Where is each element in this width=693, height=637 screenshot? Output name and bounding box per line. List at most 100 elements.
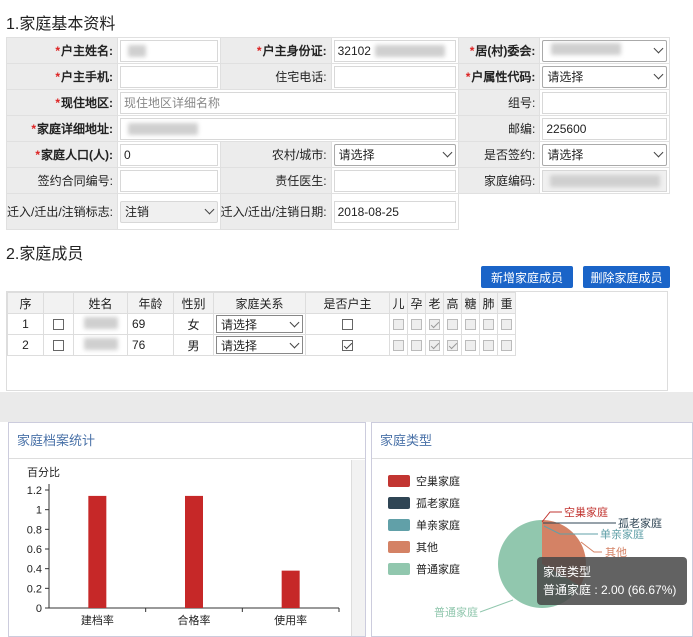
bar	[88, 495, 107, 608]
group-label: 组号:	[458, 89, 541, 116]
column-header: 重	[497, 292, 516, 314]
member-gender: 女	[173, 313, 214, 335]
members-table-area: 序 姓名 年龄 性别 家庭关系 是否户主儿孕老高糖肺重 1 69 女请选择 2 76 男请选择	[6, 291, 668, 391]
doctor-input[interactable]	[333, 169, 457, 192]
category-flag-checkbox	[447, 340, 458, 352]
address-label: *现住地区:	[5, 89, 119, 116]
empty-cell	[458, 193, 540, 230]
column-header: 序	[7, 292, 44, 314]
chevron-down-icon	[653, 69, 664, 80]
population-input[interactable]: 0	[120, 143, 218, 166]
row-select-checkbox[interactable]	[53, 340, 64, 352]
x-tick-label: 合格率	[178, 613, 211, 627]
row-number: 2	[7, 334, 44, 356]
tooltip-text: 普通家庭 : 2.00 (66.67%)	[543, 583, 677, 597]
category-flag-checkbox	[501, 340, 512, 352]
chevron-down-icon	[289, 317, 300, 327]
family-archive-stats-panel: 家庭档案统计 百分比 0 0.2 0.4 0.6 0.8 1 1.2 建档率 合格率 使用率	[8, 422, 366, 637]
household-code-select[interactable]: 请选择	[542, 65, 667, 88]
home-phone-input[interactable]	[333, 65, 457, 88]
member-gender: 男	[173, 334, 214, 356]
pie-slice-label: 空巢家庭	[564, 505, 608, 519]
column-header: 肺	[479, 292, 498, 314]
committee-select[interactable]	[542, 39, 667, 62]
urban-rural-label: 农村/城市:	[219, 141, 332, 168]
column-header: 糖	[461, 292, 480, 314]
member-name	[73, 334, 128, 356]
category-flag-checkbox	[447, 319, 458, 331]
add-member-button[interactable]: 新增家庭成员	[481, 266, 573, 288]
category-flag-checkbox	[429, 340, 440, 352]
y-tick-label: 0.8	[27, 524, 42, 536]
section-title-basic-info: 1.家庭基本资料	[6, 16, 116, 33]
y-tick-label: 0.4	[27, 564, 42, 576]
head-phone-label: *户主手机:	[5, 63, 119, 90]
relation-select[interactable]: 请选择	[216, 315, 303, 333]
delete-member-button[interactable]: 删除家庭成员	[583, 266, 670, 288]
home-phone-label: 住宅电话:	[219, 63, 332, 90]
y-tick-label: 0	[36, 603, 42, 615]
move-flag-label: 迁入/迁出/注销标志:	[5, 193, 119, 230]
chevron-down-icon	[653, 147, 664, 158]
row-number: 1	[7, 313, 44, 335]
is-head-checkbox[interactable]	[342, 319, 353, 331]
panel-title: 家庭档案统计	[9, 423, 365, 459]
committee-label: *居(村)委会:	[458, 37, 541, 64]
column-header: 是否户主	[305, 292, 390, 314]
y-tick-label: 0.6	[27, 544, 42, 556]
y-tick-label: 0.2	[27, 583, 42, 595]
category-flag-checkbox	[429, 319, 440, 331]
column-header: 性别	[173, 292, 214, 314]
category-flag-checkbox	[465, 340, 476, 352]
chevron-down-icon	[289, 338, 300, 348]
member-age: 76	[127, 334, 174, 356]
y-tick-label: 1.2	[27, 485, 42, 497]
vertical-scrollbar[interactable]	[351, 460, 365, 636]
chevron-down-icon	[442, 147, 453, 158]
row-select-checkbox[interactable]	[53, 319, 64, 331]
pie-chart: 空巢家庭孤老家庭单亲家庭其他普通家庭	[434, 505, 662, 619]
table-row: 1 69 女请选择	[7, 313, 516, 335]
detail-address-input[interactable]	[120, 117, 457, 140]
member-age: 69	[127, 313, 174, 335]
family-code-input	[542, 169, 667, 192]
divider-band	[0, 392, 693, 422]
head-phone-input[interactable]	[120, 65, 218, 88]
category-flag-checkbox	[483, 319, 494, 331]
pie-slice-label: 单亲家庭	[600, 527, 644, 541]
tooltip-title: 家庭类型	[543, 565, 592, 579]
is-head-checkbox[interactable]	[342, 340, 353, 352]
y-tick-label: 1	[36, 505, 42, 517]
chevron-down-icon	[653, 43, 664, 54]
category-flag-checkbox	[393, 319, 404, 331]
category-flag-checkbox	[393, 340, 404, 352]
move-date-label: 迁入/迁出/注销日期:	[219, 193, 332, 230]
move-flag-select: 注销	[120, 200, 218, 223]
urban-rural-select[interactable]: 请选择	[333, 143, 457, 166]
signed-select[interactable]: 请选择	[542, 143, 667, 166]
head-name-input[interactable]	[120, 39, 218, 62]
population-label: *家庭人口(人):	[5, 141, 119, 168]
category-flag-checkbox	[483, 340, 494, 352]
pie-tooltip: 家庭类型 普通家庭 : 2.00 (66.67%)	[537, 557, 687, 605]
bar	[281, 570, 300, 608]
contract-input[interactable]	[120, 169, 218, 192]
category-flag-checkbox	[411, 319, 422, 331]
y-axis-label: 百分比	[27, 466, 60, 479]
relation-select[interactable]: 请选择	[216, 336, 303, 354]
move-date-input[interactable]: 2018-08-25	[333, 200, 457, 223]
members-table: 序 姓名 年龄 性别 家庭关系 是否户主儿孕老高糖肺重 1 69 女请选择 2 76 男请选择	[7, 292, 516, 356]
head-id-input[interactable]: 32102	[333, 39, 457, 62]
group-input[interactable]	[542, 91, 667, 114]
bar	[185, 495, 203, 608]
address-input[interactable]: 现住地区详细名称	[120, 91, 457, 114]
column-header: 孕	[407, 292, 426, 314]
member-name	[73, 313, 128, 335]
signed-label: 是否签约:	[458, 141, 541, 168]
detail-address-label: *家庭详细地址:	[5, 115, 119, 142]
column-header: 儿	[389, 292, 408, 314]
empty-cell	[539, 193, 670, 230]
x-tick-label: 使用率	[274, 613, 307, 627]
column-header: 年龄	[127, 292, 174, 314]
postcode-input[interactable]: 225600	[542, 117, 667, 140]
